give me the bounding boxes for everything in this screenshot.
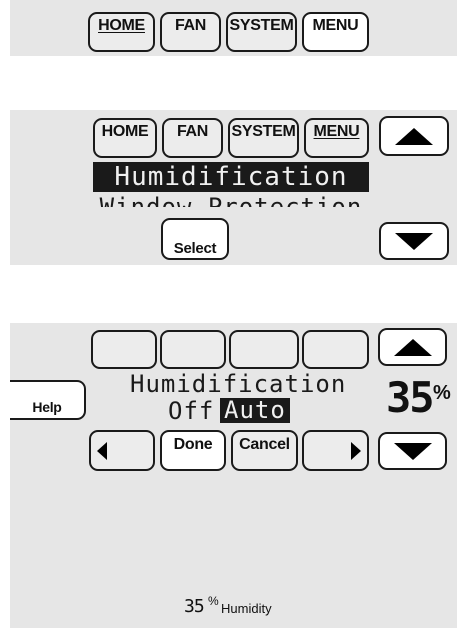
fan-button-2[interactable]: FAN xyxy=(162,118,223,158)
left-arrow-icon xyxy=(97,441,107,460)
scroll-up-button[interactable] xyxy=(379,116,449,156)
setpoint-unit: % xyxy=(433,382,451,404)
system-label-2: SYSTEM xyxy=(231,123,296,140)
right-arrow-icon xyxy=(351,441,361,460)
fan-button[interactable]: FAN xyxy=(160,12,221,52)
home-label: HOME xyxy=(98,17,145,34)
option-off[interactable]: Off xyxy=(168,397,214,425)
cancel-label: Cancel xyxy=(239,436,290,453)
home-label-2: HOME xyxy=(101,123,149,140)
option-auto-selected[interactable]: Auto xyxy=(220,398,290,423)
select-button[interactable]: Select xyxy=(161,218,229,260)
decrease-button[interactable] xyxy=(378,432,447,470)
current-humidity-unit: % xyxy=(208,594,219,608)
scroll-down-button[interactable] xyxy=(379,222,449,260)
system-label: SYSTEM xyxy=(229,17,294,34)
up-arrow-icon xyxy=(395,127,433,145)
humidity-setpoint: 35 xyxy=(386,373,435,422)
next-button[interactable] xyxy=(302,430,369,471)
increase-button[interactable] xyxy=(378,328,447,366)
help-label: Help xyxy=(32,399,62,415)
previous-button[interactable] xyxy=(89,430,155,471)
help-button[interactable]: Help xyxy=(10,380,86,420)
blank-button-2 xyxy=(160,330,226,369)
system-button-2[interactable]: SYSTEM xyxy=(228,118,299,158)
down-arrow-icon-2 xyxy=(393,442,432,460)
menu-item-next-label: Window Protection xyxy=(99,193,363,207)
home-button-2[interactable]: HOME xyxy=(93,118,157,158)
done-label: Done xyxy=(173,436,213,453)
select-label: Select xyxy=(173,240,217,257)
menu-item-label: Humidification xyxy=(114,162,348,192)
menu-button[interactable]: MENU xyxy=(302,12,369,52)
home-button[interactable]: HOME xyxy=(88,12,155,52)
current-humidity-value: 35 xyxy=(184,596,205,617)
menu-label: MENU xyxy=(312,17,359,34)
setting-title: Humidification xyxy=(130,370,347,398)
blank-button-1 xyxy=(91,330,157,369)
menu-item-selected[interactable]: Humidification xyxy=(93,162,369,192)
fan-label: FAN xyxy=(174,17,207,34)
up-arrow-icon-2 xyxy=(393,338,432,356)
down-arrow-icon xyxy=(395,232,433,250)
menu-label-2: MENU xyxy=(313,123,360,140)
fan-label-2: FAN xyxy=(176,123,209,140)
blank-button-4 xyxy=(302,330,369,369)
blank-button-3 xyxy=(229,330,299,369)
cancel-button[interactable]: Cancel xyxy=(231,430,298,471)
system-button[interactable]: SYSTEM xyxy=(226,12,297,52)
done-button[interactable]: Done xyxy=(160,430,226,471)
current-humidity-label: Humidity xyxy=(221,601,272,616)
menu-button-2[interactable]: MENU xyxy=(304,118,369,158)
screen-humidification xyxy=(10,323,457,628)
menu-item-next[interactable]: Window Protection xyxy=(93,193,369,207)
